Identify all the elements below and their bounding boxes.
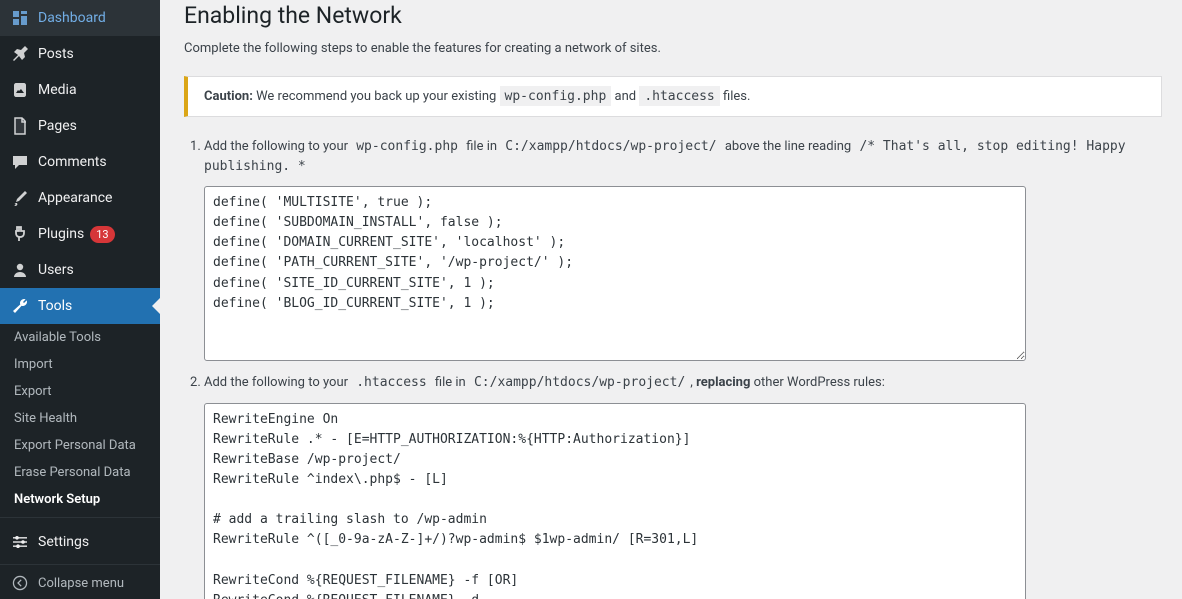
wrench-icon	[10, 296, 30, 316]
sidebar-item-tools[interactable]: Tools	[0, 288, 160, 324]
collapse-icon	[10, 573, 30, 593]
submenu-item-network-setup[interactable]: Network Setup	[0, 486, 160, 513]
page-icon	[10, 116, 30, 136]
sidebar-item-appearance[interactable]: Appearance	[0, 180, 160, 216]
htaccess-textarea[interactable]	[204, 403, 1026, 599]
sidebar-item-posts[interactable]: Posts	[0, 36, 160, 72]
step1-path: C:/xampp/htdocs/wp-project/	[500, 136, 721, 156]
caution-text: We recommend you back up your existing	[253, 89, 500, 104]
submenu-item-export[interactable]: Export	[0, 378, 160, 405]
submenu-item-available-tools[interactable]: Available Tools	[0, 324, 160, 351]
wp-config-code: wp-config.php	[500, 86, 612, 106]
sidebar-item-pages[interactable]: Pages	[0, 108, 160, 144]
steps-list: Add the following to your wp-config.php …	[204, 137, 1162, 599]
settings-icon	[10, 532, 30, 552]
dashboard-icon	[10, 8, 30, 28]
menu-separator	[0, 513, 160, 518]
submenu-item-site-health[interactable]: Site Health	[0, 405, 160, 432]
menu-label: Dashboard	[38, 10, 106, 26]
page-title: Enabling the Network	[184, 2, 1162, 29]
menu-label: Comments	[38, 154, 107, 170]
sidebar-item-dashboard[interactable]: Dashboard	[0, 0, 160, 36]
update-badge: 13	[90, 226, 114, 243]
collapse-menu-button[interactable]: Collapse menu	[0, 564, 160, 599]
htaccess-code: .htaccess	[639, 86, 719, 106]
caution-tail: files.	[720, 89, 751, 104]
menu-label: Posts	[38, 46, 74, 62]
collapse-label: Collapse menu	[38, 576, 124, 591]
admin-sidebar: Dashboard Posts Media Pages Comments Appearan…	[0, 0, 160, 599]
step-2: Add the following to your .htaccess file…	[204, 373, 1162, 599]
brush-icon	[10, 188, 30, 208]
step2-file: .htaccess	[351, 372, 431, 392]
submenu-item-import[interactable]: Import	[0, 351, 160, 378]
sidebar-item-comments[interactable]: Comments	[0, 144, 160, 180]
menu-label: Pages	[38, 118, 77, 134]
caution-notice: Caution: We recommend you back up your e…	[184, 76, 1162, 117]
menu-label: Media	[38, 82, 77, 98]
sidebar-item-plugins[interactable]: Plugins 13	[0, 216, 160, 252]
media-icon	[10, 80, 30, 100]
step2-path: C:/xampp/htdocs/wp-project/	[469, 372, 690, 392]
submenu-item-export-personal-data[interactable]: Export Personal Data	[0, 432, 160, 459]
intro-text: Complete the following steps to enable t…	[184, 41, 1162, 56]
menu-label: Appearance	[38, 190, 112, 206]
pin-icon	[10, 44, 30, 64]
step1-file: wp-config.php	[351, 136, 463, 156]
caution-and: and	[611, 89, 639, 104]
sidebar-item-settings[interactable]: Settings	[0, 524, 160, 560]
menu-label: Users	[38, 262, 74, 278]
comment-icon	[10, 152, 30, 172]
user-icon	[10, 260, 30, 280]
menu-label: Tools	[38, 298, 72, 314]
step2-strong: replacing	[696, 375, 750, 390]
step-1: Add the following to your wp-config.php …	[204, 137, 1162, 361]
submenu-item-erase-personal-data[interactable]: Erase Personal Data	[0, 459, 160, 486]
main-content: Enabling the Network Complete the follow…	[160, 0, 1182, 599]
menu-label: Settings	[38, 534, 89, 550]
sidebar-item-media[interactable]: Media	[0, 72, 160, 108]
caution-strong: Caution:	[204, 89, 253, 104]
wp-config-textarea[interactable]	[204, 186, 1026, 361]
sidebar-item-users[interactable]: Users	[0, 252, 160, 288]
plug-icon	[10, 224, 30, 244]
menu-label: Plugins	[38, 226, 84, 242]
